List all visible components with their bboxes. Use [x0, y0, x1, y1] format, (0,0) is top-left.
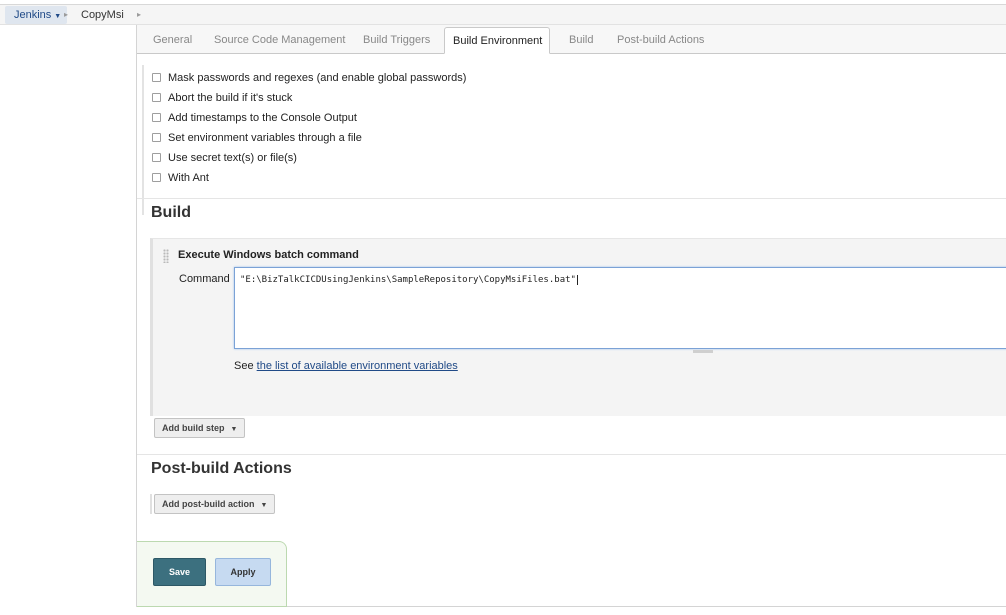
add-post-build-action-button[interactable]: Add post-build action ▼ — [154, 494, 276, 514]
apply-button[interactable]: Apply — [215, 558, 271, 586]
command-value: "E:\BizTalkCICDUsingJenkins\SampleReposi… — [240, 275, 576, 285]
tab-build-environment[interactable]: Build Environment — [444, 27, 551, 54]
option-label: Use secret text(s) or file(s) — [168, 152, 297, 164]
option-secret-text[interactable]: Use secret text(s) or file(s) — [152, 151, 297, 165]
checkbox[interactable] — [152, 112, 161, 122]
checkbox[interactable] — [152, 152, 161, 162]
section-divider — [137, 454, 1006, 455]
option-env-vars-file[interactable]: Set environment variables through a file — [152, 131, 362, 145]
build-step-title: Execute Windows batch command — [178, 249, 359, 261]
section-divider — [137, 198, 1006, 199]
option-add-timestamps[interactable]: Add timestamps to the Console Output — [152, 111, 357, 125]
option-label: Add timestamps to the Console Output — [168, 112, 357, 124]
post-build-section-title: Post-build Actions — [151, 460, 292, 477]
checkbox[interactable] — [152, 72, 161, 82]
tab-build-triggers[interactable]: Build Triggers — [363, 34, 430, 46]
caret-down-icon[interactable]: ▼ — [54, 13, 61, 20]
text-cursor — [576, 275, 578, 285]
add-build-step-label: Add build step — [162, 423, 225, 433]
option-abort-if-stuck[interactable]: Abort the build if it's stuck — [152, 91, 292, 105]
tab-source-code-management[interactable]: Source Code Management — [214, 34, 345, 46]
build-step-windows-batch: Execute Windows batch command Command "E… — [150, 238, 1006, 416]
option-label: Set environment variables through a file — [168, 132, 362, 144]
env-vars-hint-prefix: See — [234, 360, 257, 372]
env-vars-link[interactable]: the list of available environment variab… — [257, 360, 458, 372]
checkbox[interactable] — [152, 92, 161, 102]
tab-general[interactable]: General — [153, 34, 192, 46]
checkbox[interactable] — [152, 132, 161, 142]
command-textarea[interactable]: "E:\BizTalkCICDUsingJenkins\SampleReposi… — [234, 267, 1006, 349]
option-label: Mask passwords and regexes (and enable g… — [168, 72, 467, 84]
post-build-rail — [150, 494, 152, 514]
breadcrumb-bar: Jenkins ▼ ▸ CopyMsi ▸ — [0, 4, 1006, 25]
breadcrumb-jenkins-label: Jenkins — [14, 9, 52, 21]
tab-post-build-actions[interactable]: Post-build Actions — [617, 34, 704, 46]
add-post-build-action-label: Add post-build action — [162, 499, 255, 509]
option-label: Abort the build if it's stuck — [168, 92, 293, 104]
add-build-step-button[interactable]: Add build step ▼ — [154, 418, 246, 438]
config-panel: General Source Code Management Build Tri… — [136, 25, 1006, 607]
bottom-sticker: Save Apply — [137, 541, 287, 607]
option-mask-passwords[interactable]: Mask passwords and regexes (and enable g… — [152, 71, 466, 85]
tab-build[interactable]: Build — [569, 34, 593, 46]
caret-down-icon: ▼ — [260, 502, 268, 509]
breadcrumb-copymsi[interactable]: CopyMsi — [81, 6, 124, 24]
save-button[interactable]: Save — [153, 558, 206, 586]
option-with-ant[interactable]: With Ant — [152, 171, 209, 185]
option-label: With Ant — [168, 172, 209, 184]
command-label: Command — [179, 273, 230, 285]
drag-handle-icon[interactable] — [163, 249, 169, 263]
caret-down-icon: ▼ — [230, 426, 238, 433]
options-rail — [142, 65, 150, 215]
checkbox[interactable] — [152, 172, 161, 182]
build-section-title: Build — [151, 204, 191, 221]
chevron-right-icon: ▸ — [137, 10, 142, 19]
chevron-right-icon: ▸ — [64, 10, 69, 19]
env-vars-hint: See the list of available environment va… — [234, 360, 458, 372]
resize-handle[interactable] — [693, 350, 713, 353]
breadcrumb-jenkins[interactable]: Jenkins ▼ — [5, 6, 68, 24]
config-tabs: General Source Code Management Build Tri… — [137, 25, 1006, 54]
